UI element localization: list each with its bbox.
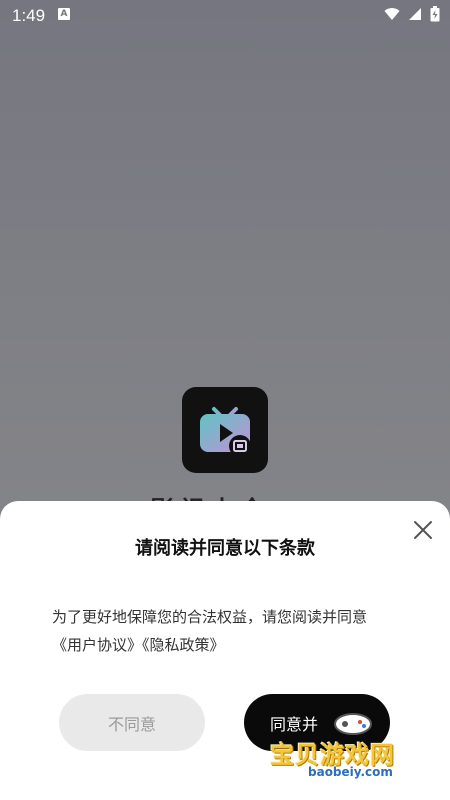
user-agreement-link[interactable]: 《用户协议》 (52, 636, 142, 654)
privacy-policy-link[interactable]: 《隐私政策》 (142, 636, 225, 654)
signal-icon (409, 8, 421, 20)
tv-play-icon (182, 387, 268, 473)
close-button[interactable] (410, 517, 436, 543)
terms-links: 《用户协议》《隐私政策》 (52, 631, 412, 659)
notification-a-icon: A (58, 8, 70, 20)
terms-description: 为了更好地保障您的合法权益，请您阅读并同意 (52, 608, 368, 626)
battery-charging-icon (430, 6, 440, 22)
status-icons (384, 6, 440, 22)
disagree-button[interactable]: 不同意 (59, 694, 205, 751)
status-bar: 1:49 A (0, 0, 450, 32)
close-icon (414, 521, 432, 539)
dialog-title: 请阅读并同意以下条款 (135, 538, 315, 559)
wifi-icon (384, 8, 400, 20)
status-time: 1:49 (12, 6, 46, 25)
agree-button[interactable]: 同意并 (244, 694, 390, 751)
dialog-body: 为了更好地保障您的合法权益，请您阅读并同意 《用户协议》《隐私政策》 (52, 603, 412, 659)
